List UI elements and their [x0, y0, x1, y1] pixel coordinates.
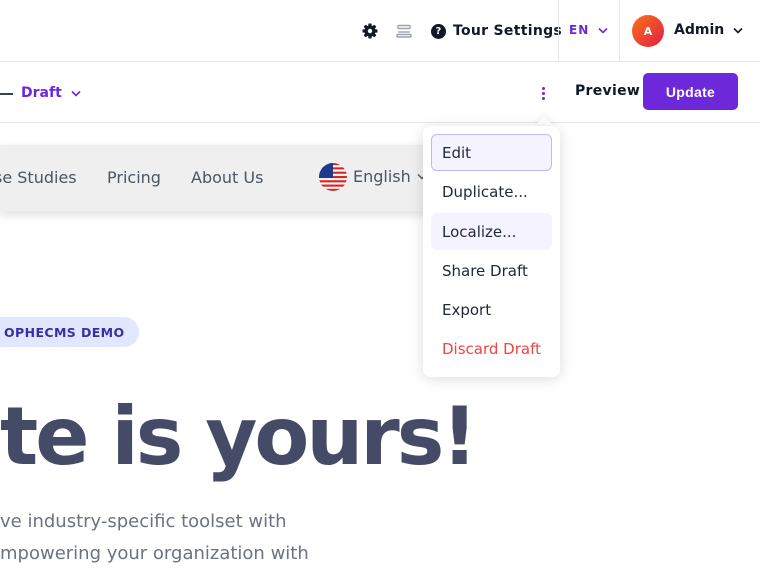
tour-settings-label: Tour Settings: [453, 23, 563, 39]
status-dropdown[interactable]: Draft: [21, 85, 81, 101]
hero-lead-line: ve industry-specific toolset with: [0, 511, 287, 532]
nav-item-case-studies[interactable]: se Studies: [0, 168, 77, 187]
language-selector[interactable]: EN: [569, 23, 608, 37]
hero-lead-line: mpowering your organization with: [0, 543, 309, 564]
demo-badge: OPHECMS DEMO: [0, 317, 139, 347]
preview-button[interactable]: Preview: [575, 83, 640, 99]
menu-item-discard-draft[interactable]: Discard Draft: [431, 330, 552, 367]
chevron-down-icon: [733, 27, 743, 34]
user-name: Admin: [674, 22, 725, 38]
help-icon: ?: [431, 23, 446, 39]
hero-heading: te is yours!: [0, 390, 478, 483]
separator-dash: [0, 93, 13, 95]
avatar-initial: A: [643, 24, 653, 38]
update-button[interactable]: Update: [643, 73, 738, 110]
layers-icon[interactable]: [395, 22, 413, 40]
us-flag-icon: [319, 163, 347, 191]
nav-item-about-us[interactable]: About Us: [191, 168, 263, 187]
user-menu[interactable]: Admin: [674, 22, 743, 38]
menu-item-share-draft[interactable]: Share Draft: [431, 252, 552, 289]
site-language-selector[interactable]: English: [353, 167, 427, 186]
more-options-icon[interactable]: [534, 82, 552, 104]
chevron-down-icon: [598, 27, 608, 34]
divider: [619, 0, 620, 62]
editor-toolbar: Draft Preview Update: [0, 62, 760, 123]
site-language-label: English: [353, 167, 411, 186]
top-bar: ? Tour Settings EN A Admin: [0, 0, 760, 62]
tour-settings-button[interactable]: ? Tour Settings: [431, 21, 562, 41]
menu-item-duplicate[interactable]: Duplicate...: [431, 173, 552, 210]
nav-item-pricing[interactable]: Pricing: [107, 168, 161, 187]
status-label: Draft: [21, 85, 62, 101]
menu-item-localize[interactable]: Localize...: [431, 213, 552, 250]
chevron-down-icon: [71, 90, 81, 97]
site-navbar: se Studies Pricing About Us English: [0, 145, 440, 211]
menu-item-export[interactable]: Export: [431, 291, 552, 328]
more-options-menu: Edit Duplicate... Localize... Share Draf…: [423, 126, 560, 377]
menu-item-edit[interactable]: Edit: [431, 134, 552, 171]
avatar[interactable]: A: [632, 15, 664, 47]
language-label: EN: [569, 23, 590, 37]
divider: [558, 0, 559, 62]
gear-icon[interactable]: [361, 22, 379, 40]
